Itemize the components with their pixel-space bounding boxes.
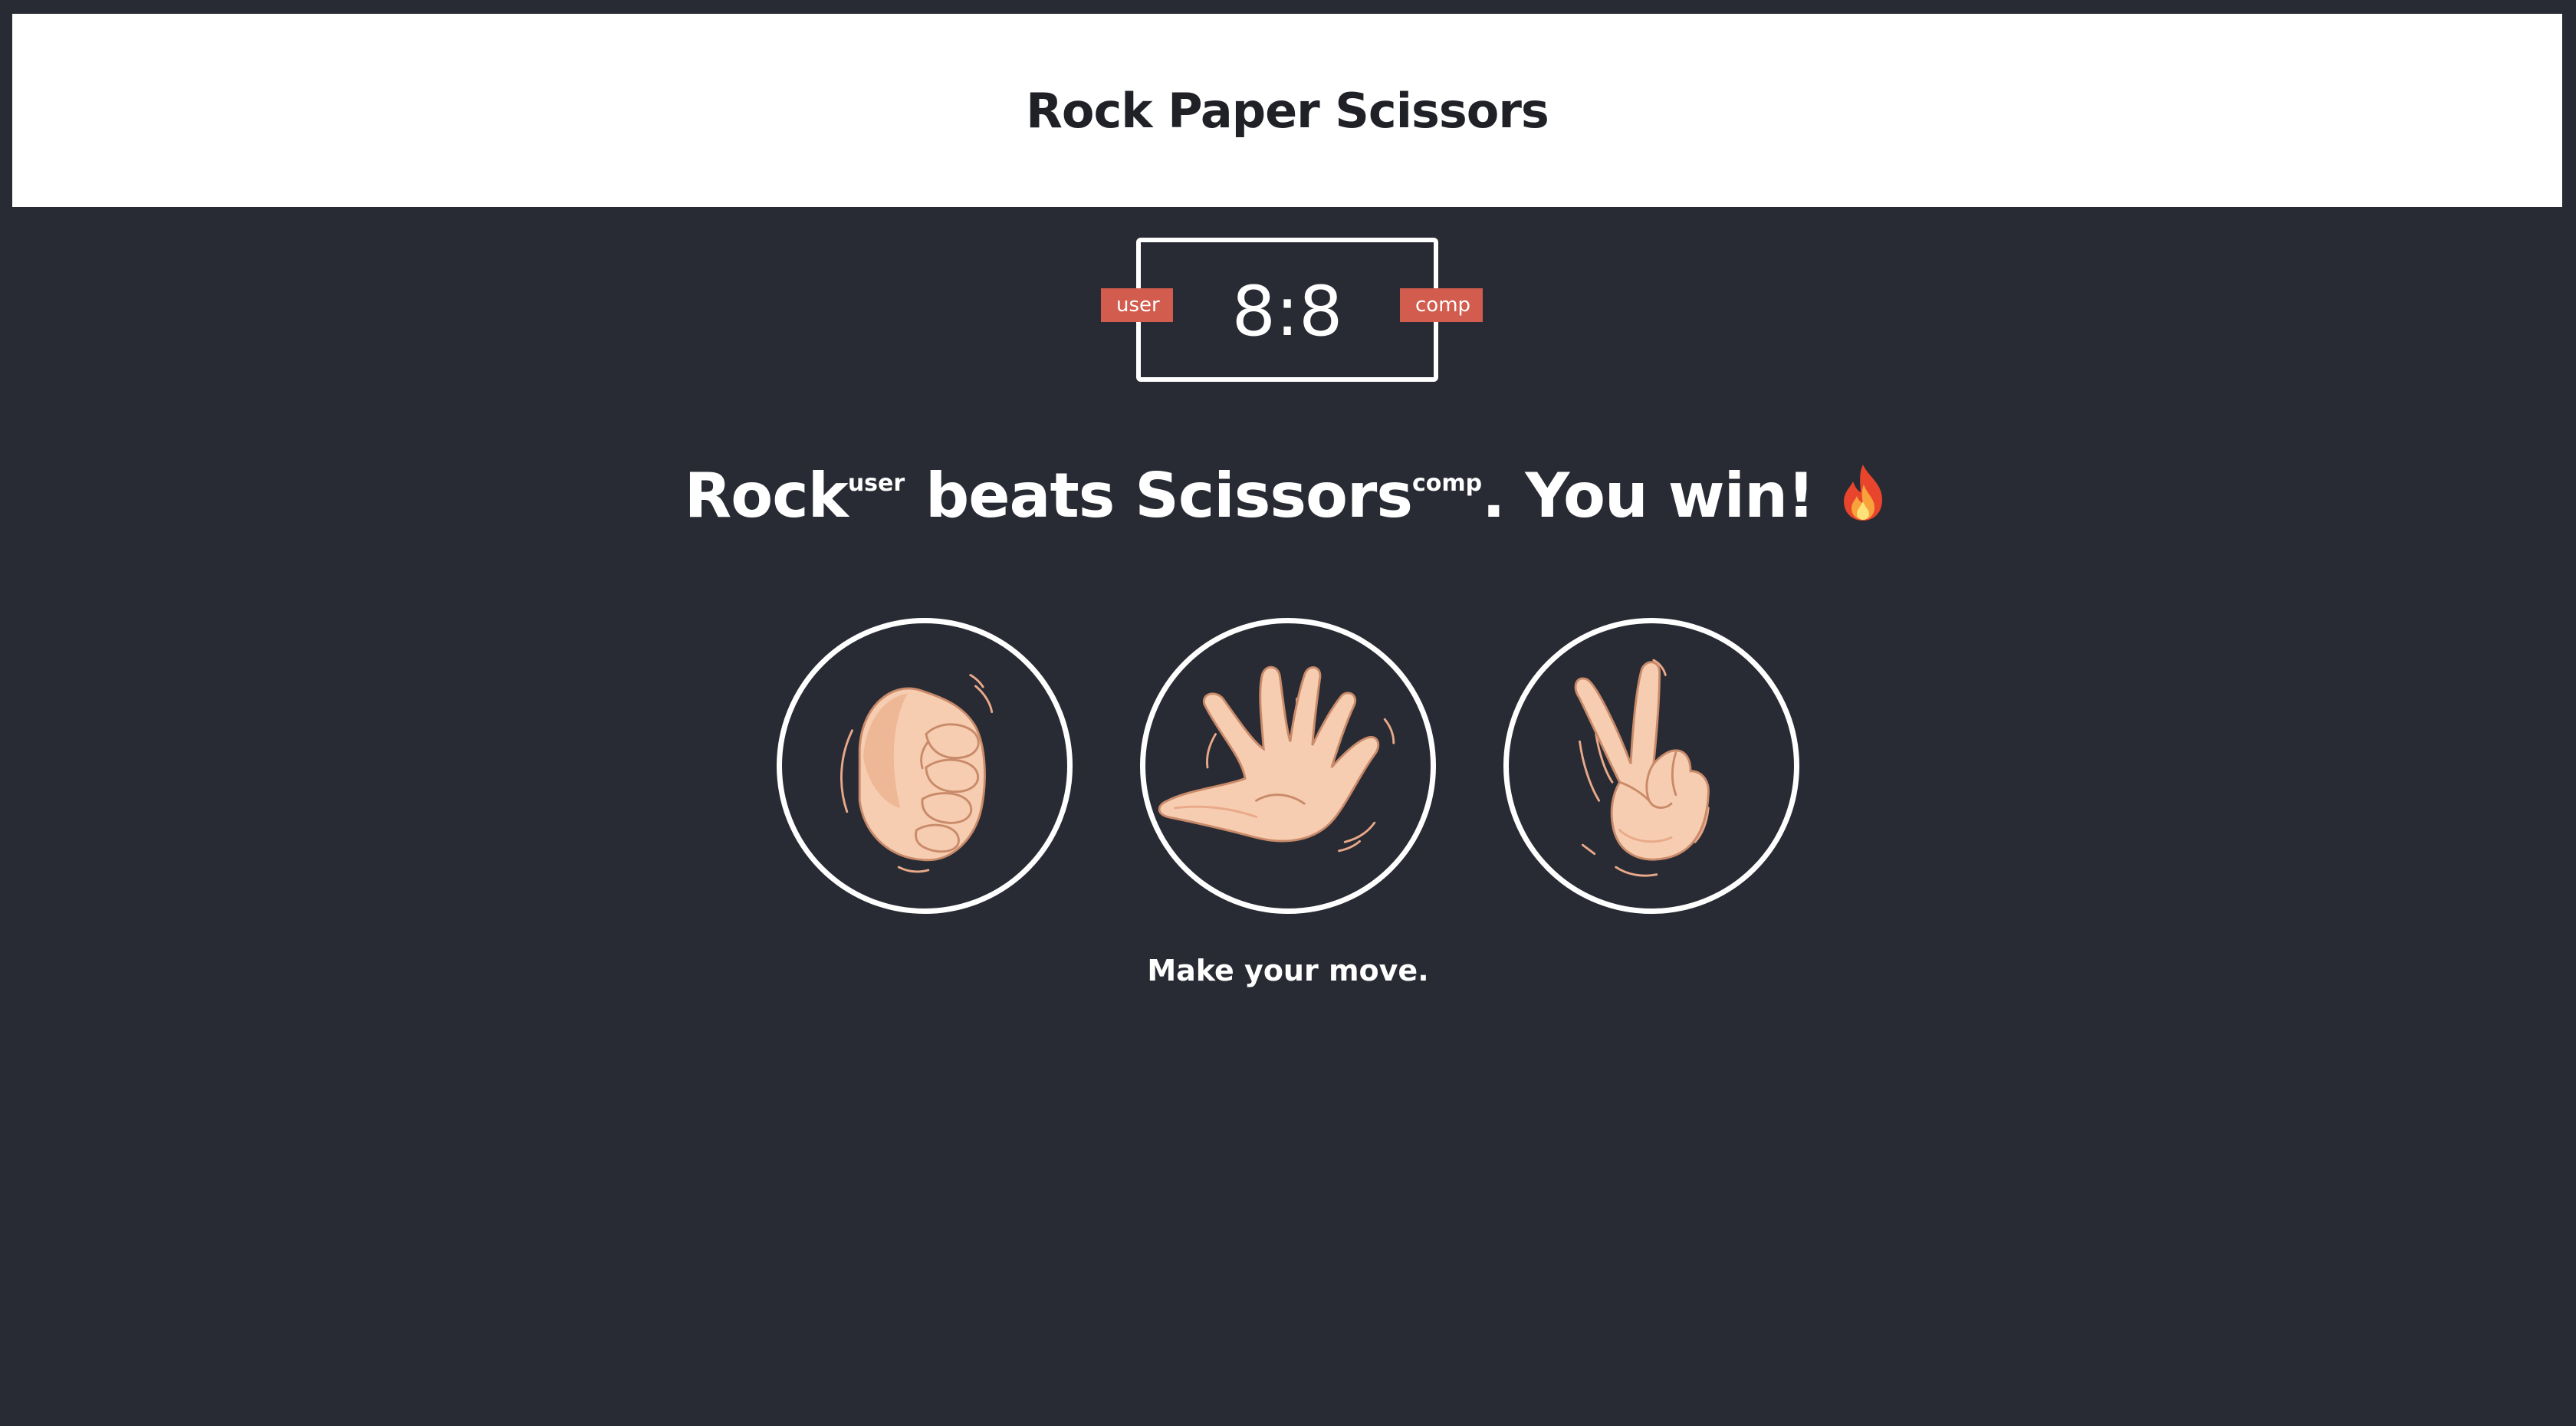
score-display: 8:8 [1231,271,1343,352]
rock-button[interactable] [777,618,1073,914]
fire-icon [1835,462,1891,537]
paper-hand-icon [1158,665,1395,853]
result-verb: beats [925,460,1115,531]
scoreboard: 8:8 [1136,238,1438,382]
rock-fist-icon [840,674,994,873]
comp-tag: comp [1412,470,1483,497]
scissors-button[interactable] [1503,618,1799,914]
scissors-victory-hand-icon [1574,659,1710,877]
app-header: Rock Paper Scissors [12,14,2562,207]
page-title: Rock Paper Scissors [1026,82,1549,139]
comp-choice-text: Scissors [1135,460,1413,531]
user-choice-text: Rock [684,460,849,531]
move-prompt: Make your move. [1147,954,1429,987]
comp-score-badge: comp [1400,288,1483,322]
user-score-badge: user [1101,288,1173,322]
result-message: Rockuser beats Scissorscomp. You win! [0,460,2576,537]
paper-button[interactable] [1140,618,1436,914]
outcome-text: . You win! [1482,460,1815,531]
user-tag: user [847,470,905,497]
